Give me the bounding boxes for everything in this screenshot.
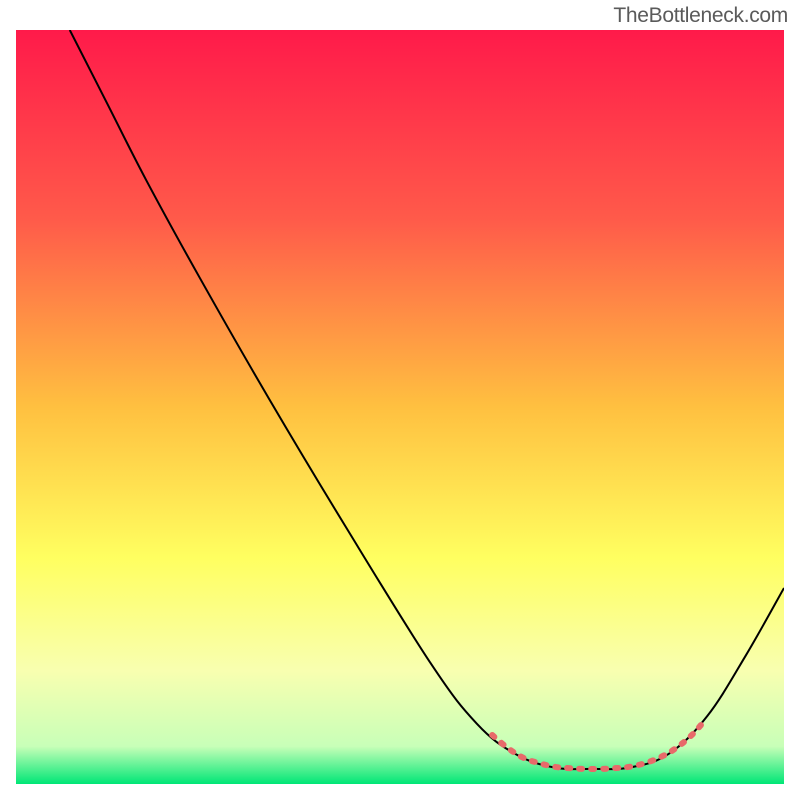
chart-plot bbox=[16, 30, 784, 784]
chart-svg bbox=[16, 30, 784, 784]
gradient-background bbox=[16, 30, 784, 784]
watermark-text: TheBottleneck.com bbox=[613, 4, 788, 28]
